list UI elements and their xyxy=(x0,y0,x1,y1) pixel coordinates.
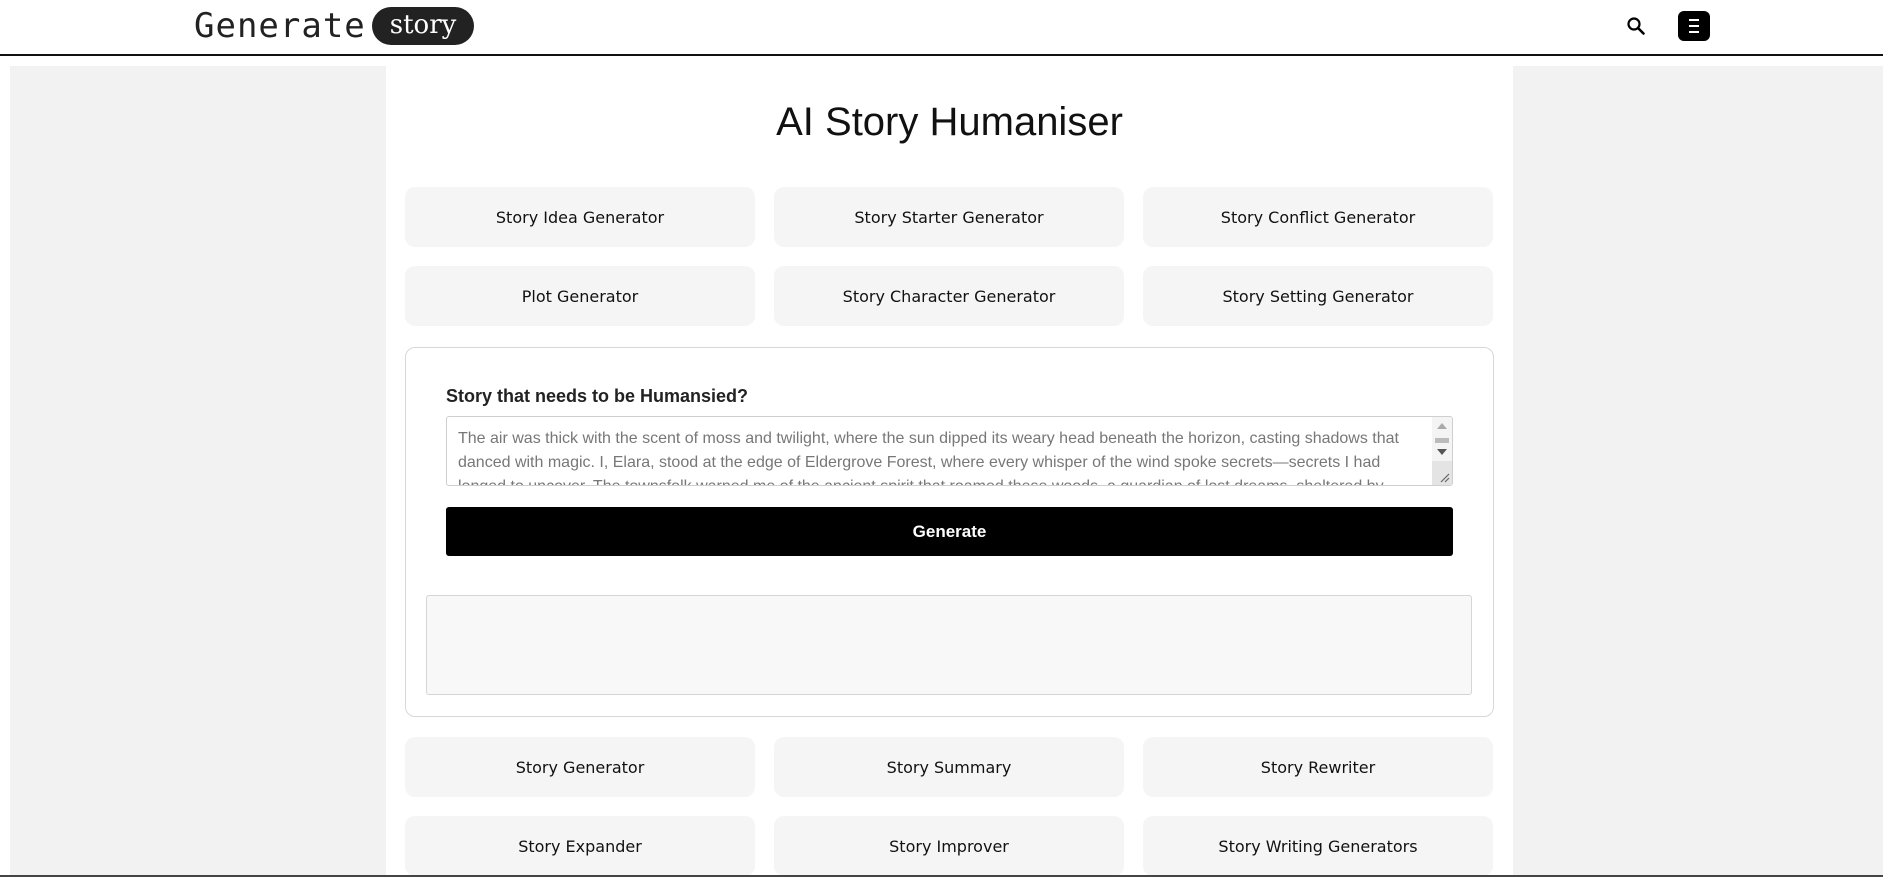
site-logo[interactable]: Generate story xyxy=(194,6,475,46)
menu-icon-bar xyxy=(1689,25,1699,27)
scroll-up-icon[interactable] xyxy=(1437,423,1447,429)
link-plot-generator[interactable]: Plot Generator xyxy=(405,266,755,326)
logo-word: Generate xyxy=(194,6,366,46)
link-story-summary[interactable]: Story Summary xyxy=(774,737,1124,797)
story-textarea-value[interactable]: The air was thick with the scent of moss… xyxy=(458,427,1424,485)
page-title: AI Story Humaniser xyxy=(776,100,1123,144)
site-header: Generate story xyxy=(0,0,1883,56)
link-story-character-generator[interactable]: Story Character Generator xyxy=(774,266,1124,326)
link-story-generator[interactable]: Story Generator xyxy=(405,737,755,797)
menu-button[interactable] xyxy=(1678,11,1710,41)
story-textarea[interactable]: The air was thick with the scent of moss… xyxy=(446,416,1453,486)
logo-pill: story xyxy=(371,7,475,45)
search-button[interactable] xyxy=(1622,12,1650,40)
menu-icon-bar xyxy=(1689,31,1699,33)
link-story-starter-generator[interactable]: Story Starter Generator xyxy=(774,187,1124,247)
scroll-down-icon[interactable] xyxy=(1437,449,1447,455)
menu-icon xyxy=(1689,19,1699,21)
search-icon xyxy=(1627,17,1645,35)
link-story-rewriter[interactable]: Story Rewriter xyxy=(1143,737,1493,797)
story-input-label: Story that needs to be Humansied? xyxy=(446,386,749,406)
generate-button[interactable]: Generate xyxy=(446,507,1453,556)
link-story-writing-generators[interactable]: Story Writing Generators xyxy=(1143,816,1493,876)
link-story-improver[interactable]: Story Improver xyxy=(774,816,1124,876)
scroll-thumb[interactable] xyxy=(1435,438,1449,443)
link-story-conflict-generator[interactable]: Story Conflict Generator xyxy=(1143,187,1493,247)
resize-handle-icon[interactable] xyxy=(1438,471,1450,483)
link-story-setting-generator[interactable]: Story Setting Generator xyxy=(1143,266,1493,326)
output-box xyxy=(426,595,1472,695)
link-story-expander[interactable]: Story Expander xyxy=(405,816,755,876)
link-story-idea-generator[interactable]: Story Idea Generator xyxy=(405,187,755,247)
